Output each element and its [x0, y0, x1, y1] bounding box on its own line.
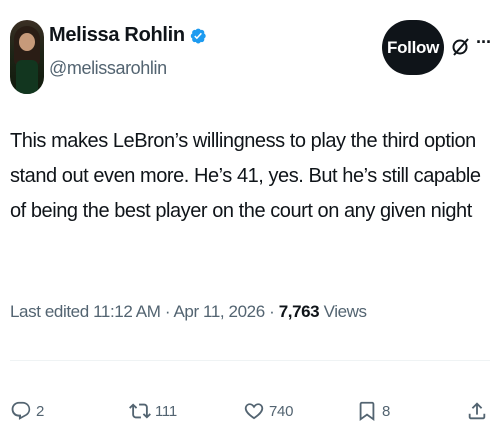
tweet: Melissa Rohlin @melissarohlin Follow ···… — [0, 0, 500, 440]
like-icon — [244, 403, 264, 420]
reply-button[interactable]: 2 — [10, 396, 44, 426]
more-icon[interactable]: ··· — [476, 32, 492, 53]
verified-badge-icon — [190, 28, 206, 43]
tweet-time[interactable]: 11:12 AM — [93, 302, 161, 321]
avatar[interactable] — [10, 20, 44, 94]
reply-icon — [11, 401, 31, 420]
meta-separator: · — [164, 302, 171, 321]
author-name-row[interactable]: Melissa Rohlin — [49, 24, 207, 47]
author-handle[interactable]: @melissarohlin — [49, 58, 167, 79]
repost-icon — [129, 403, 151, 419]
repost-count: 111 — [155, 402, 177, 420]
bookmark-count: 8 — [382, 402, 391, 420]
tweet-date[interactable]: Apr 11, 2026 — [173, 302, 265, 321]
divider — [10, 360, 490, 361]
bookmark-icon — [359, 401, 375, 422]
like-button[interactable]: 740 — [243, 396, 293, 426]
grok-icon[interactable] — [451, 36, 471, 58]
edited-label[interactable]: Last edited — [10, 302, 89, 321]
share-icon — [468, 402, 486, 420]
follow-button[interactable]: Follow — [382, 20, 444, 75]
bookmark-button[interactable]: 8 — [356, 396, 390, 426]
repost-button[interactable]: 111 — [129, 396, 177, 426]
views-label: Views — [323, 302, 367, 321]
tweet-meta: Last edited 11:12 AM · Apr 11, 2026 · 7,… — [10, 302, 367, 322]
author-name[interactable]: Melissa Rohlin — [49, 24, 185, 47]
meta-separator: · — [269, 302, 275, 321]
reply-count: 2 — [36, 402, 45, 420]
views-count: 7,763 — [278, 302, 320, 321]
like-count: 740 — [269, 402, 294, 420]
share-button[interactable] — [466, 396, 488, 426]
tweet-text: This makes LeBron’s willingness to play … — [10, 130, 481, 222]
